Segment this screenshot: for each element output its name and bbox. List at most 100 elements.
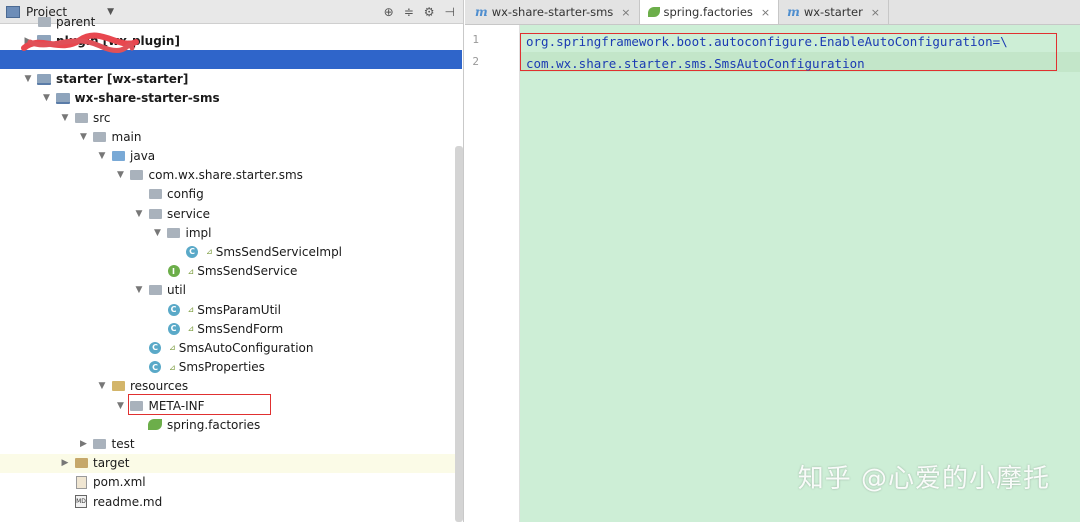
tree-item-label: SmsSendServiceImpl bbox=[215, 244, 343, 259]
folder-icon bbox=[129, 168, 145, 182]
tree-row[interactable]: ▼ service bbox=[0, 204, 462, 223]
tree-item-label: com.wx.share.starter.sms bbox=[148, 168, 303, 183]
expand-arrow-icon[interactable]: ▼ bbox=[96, 151, 108, 161]
tree-item-label: util bbox=[167, 283, 186, 298]
line-number-gutter: 12 bbox=[465, 25, 520, 522]
class-icon: C bbox=[166, 322, 182, 336]
collapsed-arrow-icon[interactable]: ▶ bbox=[78, 439, 90, 449]
access-icon: ⊿ bbox=[169, 343, 176, 353]
tree-row[interactable]: C ⊿ SmsProperties bbox=[0, 358, 462, 377]
folder-icon bbox=[166, 226, 182, 240]
tree-row[interactable]: ▼ main bbox=[0, 127, 462, 146]
tree-row[interactable]: ▼ util bbox=[0, 281, 462, 300]
tree-item-label: SmsParamUtil bbox=[197, 302, 281, 317]
folder-icon bbox=[147, 187, 163, 201]
code-area[interactable]: org.springframework.boot.autoconfigure.E… bbox=[520, 25, 1080, 522]
tree-row[interactable]: ▼ resources bbox=[0, 377, 462, 396]
tree-row[interactable]: ▼ impl bbox=[0, 223, 462, 242]
close-icon[interactable]: × bbox=[761, 6, 770, 19]
tree-row[interactable]: pom.xml bbox=[0, 473, 462, 492]
watermark: 知乎 @心爱的小摩托 bbox=[797, 464, 1050, 494]
tree-item-label: wx-share-starter-sms bbox=[74, 91, 220, 106]
tree-item-label: SmsProperties bbox=[178, 360, 265, 375]
access-icon: ⊿ bbox=[187, 305, 195, 314]
source-folder-icon bbox=[110, 149, 126, 163]
expand-arrow-icon[interactable]: ▼ bbox=[78, 132, 90, 142]
tree-row[interactable]: ▶ test bbox=[0, 434, 462, 453]
class-icon: C bbox=[184, 245, 200, 259]
tree-item-label: test bbox=[111, 436, 135, 451]
expand-arrow-icon[interactable]: ▼ bbox=[22, 74, 34, 84]
tree-item-label: pom.xml bbox=[93, 475, 146, 490]
class-icon: C bbox=[147, 360, 163, 374]
tree-row[interactable]: C ⊿ SmsSendServiceImpl bbox=[0, 242, 462, 261]
collapsed-arrow-icon[interactable]: ▶ bbox=[59, 458, 71, 468]
expand-arrow-icon[interactable]: ▼ bbox=[96, 381, 108, 391]
expand-arrow-icon[interactable]: ▼ bbox=[115, 401, 127, 411]
folder-icon bbox=[73, 111, 89, 125]
editor: m wx-share-starter-sms × spring.factories × m… bbox=[465, 0, 1080, 522]
folder-icon bbox=[92, 437, 108, 451]
expand-arrow-icon[interactable]: ▼ bbox=[115, 170, 127, 180]
tree-item-label: main bbox=[111, 129, 142, 144]
access-icon: ⊿ bbox=[187, 324, 195, 334]
tree-row[interactable]: C ⊿ SmsParamUtil bbox=[0, 300, 462, 319]
code-line[interactable]: org.springframework.boot.autoconfigure.E… bbox=[526, 34, 1008, 49]
tree-row[interactable]: ▶ target bbox=[0, 453, 462, 473]
editor-tab[interactable]: m wx-share-starter-sms × bbox=[467, 0, 640, 24]
expand-arrow-icon[interactable]: ▼ bbox=[133, 209, 145, 219]
tree-row[interactable]: ▼ wx-share-starter-sms bbox=[0, 89, 462, 108]
tree-item-label: SmsSendService bbox=[197, 264, 298, 279]
expand-arrow-icon[interactable]: ▼ bbox=[152, 228, 164, 238]
tree-row[interactable]: C ⊿ SmsAutoConfiguration bbox=[0, 338, 462, 357]
project-tool-window: Project ▼ ⊕ ≑ ⚙ ⊣ parent ▶ plugin [wx-plug… bbox=[0, 0, 464, 522]
tree-row[interactable]: MD readme.md bbox=[0, 492, 462, 511]
close-icon[interactable]: × bbox=[871, 6, 880, 19]
tree-row[interactable]: ▼ java bbox=[0, 146, 462, 165]
resources-folder-icon bbox=[110, 379, 126, 393]
tree-item-label: readme.md bbox=[93, 494, 163, 509]
folder-icon bbox=[36, 15, 52, 29]
excluded-folder-icon bbox=[73, 456, 89, 470]
close-icon[interactable]: × bbox=[621, 6, 630, 19]
folder-icon bbox=[92, 130, 108, 144]
tab-label: wx-starter bbox=[803, 5, 863, 19]
module-folder-icon bbox=[55, 91, 71, 105]
line-number: 1 bbox=[472, 33, 479, 46]
maven-file-icon bbox=[73, 475, 89, 489]
tree-row[interactable]: ▼ starter [wx-starter] bbox=[0, 70, 462, 89]
class-icon: C bbox=[147, 341, 163, 355]
expand-arrow-icon[interactable]: ▼ bbox=[133, 285, 145, 295]
tree-row[interactable]: spring.factories bbox=[0, 415, 462, 434]
tab-label: spring.factories bbox=[663, 5, 753, 19]
tab-label: wx-share-starter-sms bbox=[491, 5, 614, 19]
code-line[interactable]: com.wx.share.starter.sms.SmsAutoConfigur… bbox=[526, 56, 865, 71]
markdown-file-icon: MD bbox=[73, 495, 89, 509]
folder-icon bbox=[147, 207, 163, 221]
tree-item-label: resources bbox=[130, 379, 189, 394]
tree-row[interactable]: ▼ com.wx.share.starter.sms bbox=[0, 166, 462, 185]
tree-item-label: impl bbox=[185, 225, 212, 240]
tree-item-label: src bbox=[93, 110, 111, 125]
folder-icon bbox=[147, 283, 163, 297]
tree-item-label: service bbox=[167, 206, 210, 221]
tree-item-label: parent bbox=[56, 14, 96, 29]
line-number: 2 bbox=[472, 55, 479, 68]
maven-module-icon: m bbox=[475, 5, 488, 19]
access-icon: ⊿ bbox=[187, 266, 195, 276]
tree-row[interactable]: ▼ src bbox=[0, 108, 462, 127]
expand-arrow-icon[interactable]: ▼ bbox=[59, 113, 71, 123]
tree-item-label: config bbox=[167, 187, 204, 202]
tree-item-label: SmsSendForm bbox=[197, 321, 284, 336]
tree-row[interactable]: C ⊿ SmsSendForm bbox=[0, 319, 462, 338]
tree-row[interactable]: I ⊿ SmsSendService bbox=[0, 262, 462, 281]
module-folder-icon bbox=[36, 72, 52, 86]
tree-item-label: java bbox=[130, 148, 156, 163]
tree-row[interactable]: config bbox=[0, 185, 462, 204]
editor-tab[interactable]: m wx-starter × bbox=[779, 0, 890, 24]
tree-scrollbar[interactable] bbox=[455, 146, 463, 522]
editor-tab[interactable]: spring.factories × bbox=[639, 0, 780, 24]
expand-arrow-icon[interactable]: ▼ bbox=[41, 93, 53, 103]
access-icon: ⊿ bbox=[169, 362, 176, 372]
spring-icon bbox=[147, 418, 163, 432]
